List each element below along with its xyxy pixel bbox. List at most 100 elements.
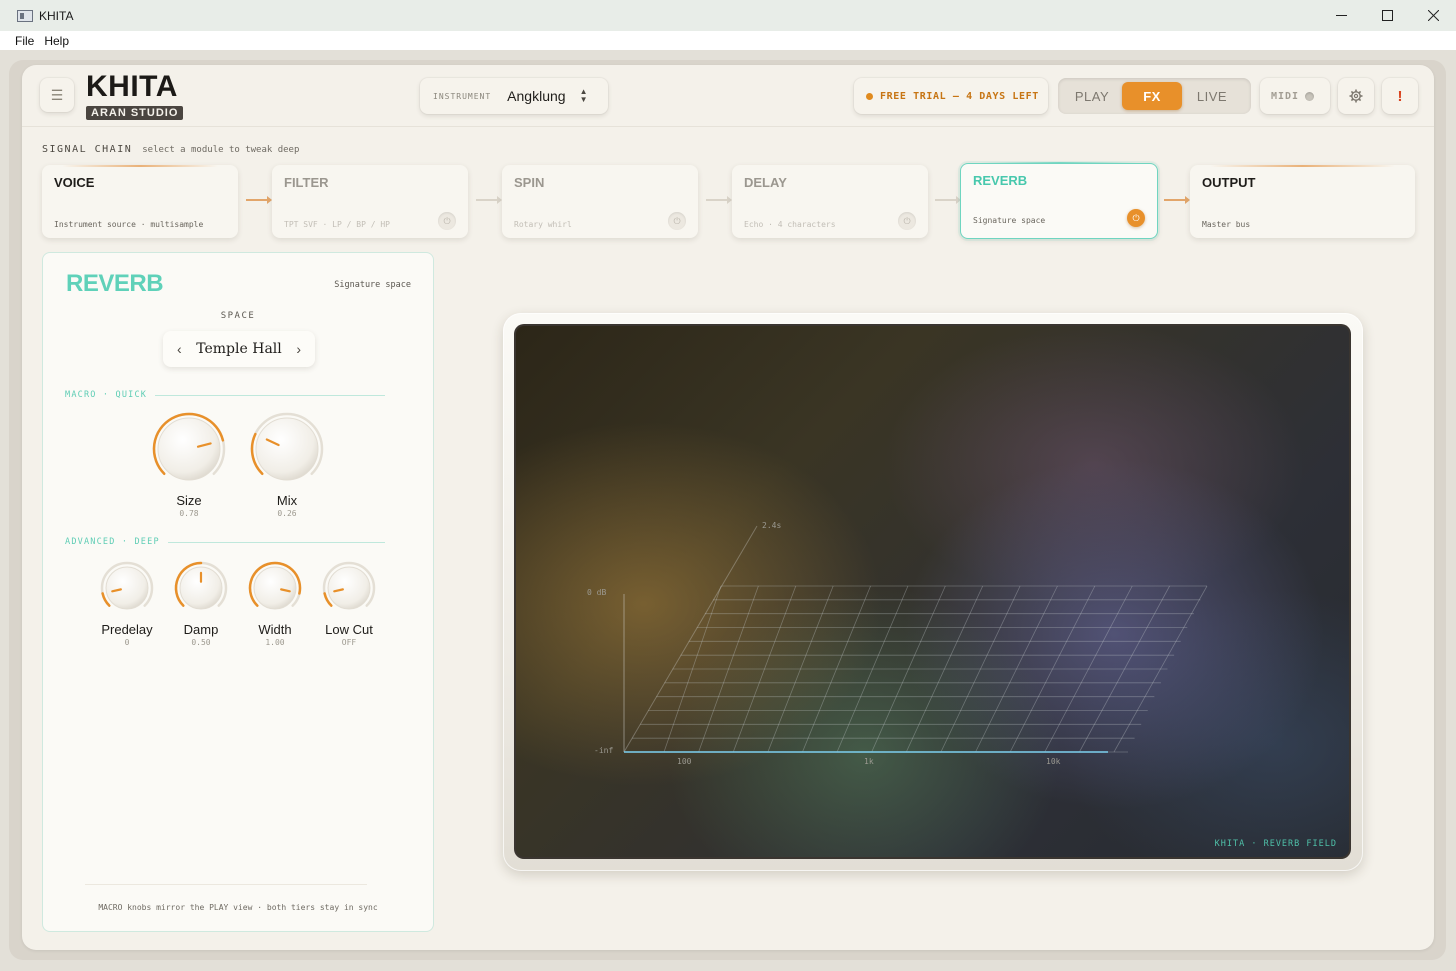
mix-knob[interactable]: Mix 0.26 bbox=[249, 411, 325, 518]
mode-live-button[interactable]: LIVE bbox=[1182, 82, 1242, 110]
knob-value: 0 bbox=[124, 638, 130, 647]
advanced-section-header: ADVANCED · DEEP bbox=[65, 537, 385, 547]
space-label: SPACE bbox=[220, 311, 256, 321]
chain-arrow-icon bbox=[706, 196, 732, 204]
chevron-right-icon[interactable]: › bbox=[296, 341, 301, 357]
knob-dial[interactable] bbox=[173, 560, 229, 616]
midi-led-icon bbox=[1305, 91, 1315, 101]
module-accent-bar bbox=[62, 165, 218, 167]
power-icon[interactable]: ⏻ bbox=[668, 212, 686, 230]
menubar: File Help bbox=[0, 31, 1456, 50]
chain-arrow-icon bbox=[246, 196, 272, 204]
freq-label-10k: 10k bbox=[1046, 757, 1061, 766]
knob-dial[interactable] bbox=[247, 560, 303, 616]
macro-section-header: MACRO · QUICK bbox=[65, 390, 385, 400]
db-bottom-label: -inf bbox=[594, 746, 613, 755]
signal-chain-label: SIGNAL CHAIN bbox=[42, 144, 133, 155]
settings-button[interactable] bbox=[1338, 78, 1374, 114]
app-icon bbox=[17, 9, 33, 22]
module-subtitle: Echo · 4 characters bbox=[744, 220, 836, 229]
chevron-left-icon[interactable]: ‹ bbox=[177, 341, 182, 357]
menu-help[interactable]: Help bbox=[34, 34, 69, 48]
knob-dial[interactable] bbox=[151, 411, 227, 487]
size-knob[interactable]: Size 0.78 bbox=[151, 411, 227, 518]
maximize-icon[interactable] bbox=[1364, 0, 1410, 31]
midi-button[interactable]: MIDI bbox=[1260, 78, 1330, 114]
module-voice[interactable]: VOICE Instrument source · multisample bbox=[42, 165, 238, 238]
mode-switch: PLAY FX LIVE bbox=[1058, 78, 1251, 114]
chain-arrow-icon bbox=[476, 196, 502, 204]
chain-arrow-icon bbox=[935, 196, 961, 204]
menu-file[interactable]: File bbox=[0, 34, 34, 48]
power-icon[interactable]: ⏻ bbox=[1127, 209, 1145, 227]
predelay-knob[interactable]: Predelay 0 bbox=[95, 560, 159, 647]
knob-body bbox=[253, 566, 297, 610]
hamburger-icon[interactable]: ☰ bbox=[40, 78, 74, 112]
trial-dot-icon bbox=[866, 92, 873, 100]
knob-dial[interactable] bbox=[249, 411, 325, 487]
module-accent-bar bbox=[981, 162, 1137, 164]
midi-label: MIDI bbox=[1271, 90, 1300, 102]
knob-body bbox=[105, 566, 149, 610]
visualizer-tag: KHITA · REVERB FIELD bbox=[1214, 839, 1337, 849]
module-subtitle: Master bus bbox=[1202, 220, 1251, 229]
knob-body bbox=[327, 566, 371, 610]
panel-title: REVERB bbox=[66, 270, 164, 297]
freq-label-1k: 1k bbox=[864, 757, 874, 766]
module-title: DELAY bbox=[744, 175, 787, 190]
instrument-value: Angklung bbox=[507, 88, 566, 104]
damp-knob[interactable]: Damp 0.50 bbox=[169, 560, 233, 647]
module-subtitle: TPT SVF · LP / BP / HP bbox=[284, 220, 390, 229]
module-subtitle: Instrument source · multisample bbox=[54, 220, 204, 229]
logo: KHITA ARAN STUDIO bbox=[86, 71, 184, 121]
power-icon[interactable]: ⏻ bbox=[898, 212, 916, 230]
knob-value: OFF bbox=[341, 638, 357, 647]
module-subtitle: Signature space bbox=[973, 216, 1046, 225]
trial-badge[interactable]: FREE TRIAL — 4 DAYS LEFT bbox=[854, 78, 1048, 114]
module-subtitle: Rotary whirl bbox=[514, 220, 572, 229]
module-title: REVERB bbox=[973, 173, 1028, 188]
reverb-field-display: 2.4s 0 dB -inf 100 1k 10k KHITA · REVERB… bbox=[514, 324, 1351, 859]
time-axis-label: 2.4s bbox=[762, 521, 781, 530]
module-output[interactable]: OUTPUT Master bus bbox=[1190, 165, 1415, 238]
space-selector: ‹ Temple Hall › bbox=[163, 331, 315, 367]
minimize-icon[interactable] bbox=[1318, 0, 1364, 31]
time-axis bbox=[623, 525, 758, 753]
knob-value: 0.78 bbox=[179, 509, 199, 518]
mode-fx-button[interactable]: FX bbox=[1122, 82, 1182, 110]
module-reverb[interactable]: REVERB Signature space ⏻ bbox=[960, 162, 1158, 239]
mode-play-button[interactable]: PLAY bbox=[1062, 82, 1122, 110]
up-down-arrows-icon: ▲ ▼ bbox=[579, 87, 588, 104]
freq-label-100: 100 bbox=[677, 757, 692, 766]
knob-label: Width bbox=[258, 622, 292, 637]
reverb-panel: REVERB Signature space SPACE ‹ Temple Ha… bbox=[42, 252, 434, 932]
module-delay[interactable]: DELAY Echo · 4 characters ⏻ bbox=[732, 165, 928, 238]
window-titlebar: KHITA bbox=[0, 0, 1456, 31]
space-value: Temple Hall bbox=[196, 341, 282, 357]
module-title: OUTPUT bbox=[1202, 175, 1256, 190]
knob-label: Size bbox=[176, 493, 202, 508]
chain-arrow-icon bbox=[1164, 196, 1190, 204]
knob-label: Predelay bbox=[101, 622, 153, 637]
module-title: FILTER bbox=[284, 175, 329, 190]
knob-value: 0.26 bbox=[277, 509, 297, 518]
trial-text: FREE TRIAL — 4 DAYS LEFT bbox=[880, 90, 1039, 102]
knob-label: Low Cut bbox=[325, 622, 373, 637]
module-filter[interactable]: FILTER TPT SVF · LP / BP / HP ⏻ bbox=[272, 165, 468, 238]
window-controls bbox=[1318, 0, 1456, 31]
app-header: ☰ KHITA ARAN STUDIO INSTRUMENT Angklung … bbox=[22, 65, 1434, 127]
knob-body bbox=[157, 417, 221, 481]
knob-value: 1.00 bbox=[265, 638, 285, 647]
module-spin[interactable]: SPIN Rotary whirl ⏻ bbox=[502, 165, 698, 238]
power-icon[interactable]: ⏻ bbox=[438, 212, 456, 230]
knob-dial[interactable] bbox=[99, 560, 155, 616]
close-icon[interactable] bbox=[1410, 0, 1456, 31]
gear-icon bbox=[1349, 89, 1363, 103]
low-cut-knob[interactable]: Low Cut OFF bbox=[317, 560, 381, 647]
alert-button[interactable]: ! bbox=[1382, 78, 1418, 114]
width-knob[interactable]: Width 1.00 bbox=[243, 560, 307, 647]
module-title: VOICE bbox=[54, 175, 95, 190]
knob-dial[interactable] bbox=[321, 560, 377, 616]
instrument-label: INSTRUMENT bbox=[433, 91, 492, 101]
instrument-selector[interactable]: INSTRUMENT Angklung ▲ ▼ bbox=[420, 78, 608, 114]
